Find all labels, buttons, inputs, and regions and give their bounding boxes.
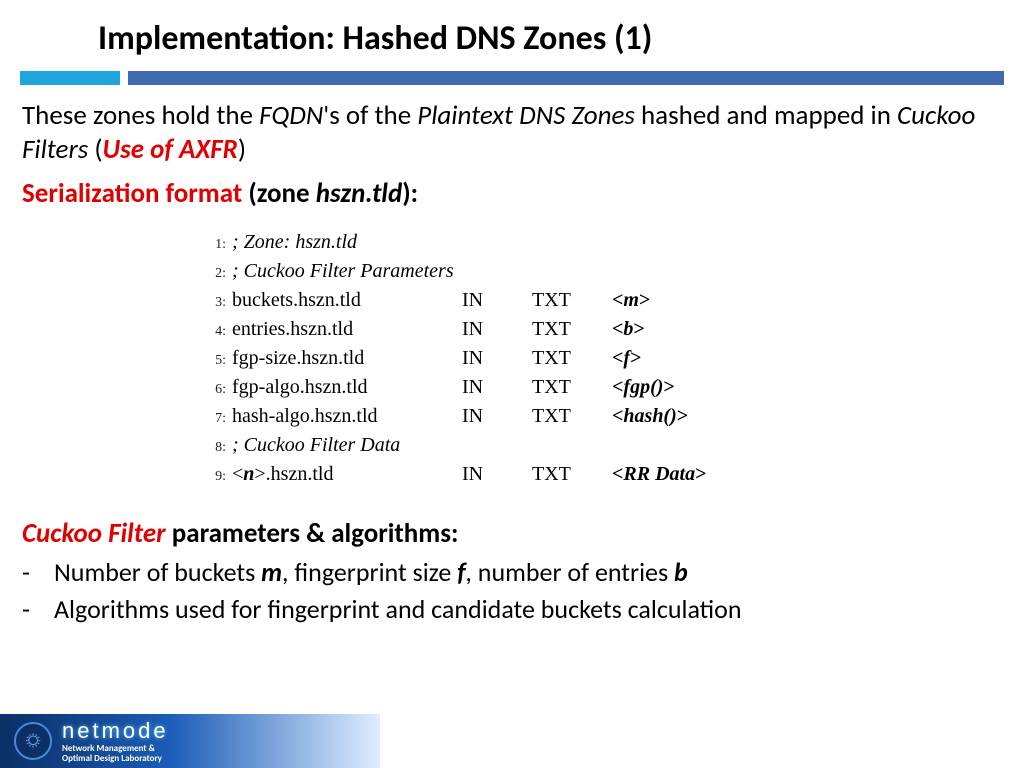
footer-brand-bar: ☼ netmode Network Management & Optimal D… [0,714,380,768]
record-name: <n>.hszn.tld [232,460,462,489]
record-value: <fgp()> [612,373,675,402]
record-name: hash-algo.hszn.tld [232,402,462,431]
record-value: <RR Data> [612,460,707,489]
record-class: IN [462,344,532,373]
line-number: 2 [200,264,226,284]
zone-record-row: 2 ; Cuckoo Filter Parameters [200,257,1024,286]
record-name: ; Cuckoo Filter Parameters [232,257,462,286]
record-type: TXT [532,373,612,402]
record-name: buckets.hszn.tld [232,286,462,315]
zone-records-table: 1 ; Zone: hszn.tld 2 ; Cuckoo Filter Parame… [200,228,1024,489]
zone-record-row: 8 ; Cuckoo Filter Data [200,431,1024,460]
zone-record-row: 6 fgp-algo.hszn.tldINTXT<fgp()> [200,373,1024,402]
record-type: TXT [532,344,612,373]
intro-paragraph: These zones hold the FQDN's of the Plain… [0,99,1024,171]
line-number: 3 [200,293,226,313]
footer-brand: netmode Network Management & Optimal Des… [62,718,169,764]
line-number: 8 [200,438,226,458]
record-value: <hash()> [612,402,688,431]
record-name: fgp-algo.hszn.tld [232,373,462,402]
record-name: fgp-size.hszn.tld [232,344,462,373]
params-heading: Cuckoo Filter parameters & algorithms: [0,507,1024,554]
bullet-dash: - [22,554,54,592]
record-value: <f> [612,344,641,373]
bullet-row: -Algorithms used for fingerprint and can… [22,591,994,629]
bullet-text: Algorithms used for fingerprint and cand… [54,591,994,629]
bullet-text: Number of buckets m, fingerprint size f,… [54,554,994,592]
line-number: 5 [200,351,226,371]
footer-seal-icon: ☼ [14,722,52,760]
record-class: IN [462,460,532,489]
zone-record-row: 4 entries.hszn.tldINTXT<b> [200,315,1024,344]
zone-record-row: 9 <n>.hszn.tldINTXT<RR Data> [200,460,1024,489]
line-number: 9 [200,467,226,487]
line-number: 6 [200,380,226,400]
record-class: IN [462,315,532,344]
accent-bar-dark [128,71,1004,85]
line-number: 7 [200,409,226,429]
footer-subtitle-2: Optimal Design Laboratory [62,754,169,764]
bullet-row: -Number of buckets m, fingerprint size f… [22,554,994,592]
record-name: ; Zone: hszn.tld [232,228,462,257]
record-type: TXT [532,460,612,489]
record-value: <b> [612,315,645,344]
record-type: TXT [532,315,612,344]
zone-record-row: 7 hash-algo.hszn.tldINTXT<hash()> [200,402,1024,431]
line-number: 1 [200,235,226,255]
record-type: TXT [532,286,612,315]
zone-record-row: 5 fgp-size.hszn.tldINTXT<f> [200,344,1024,373]
record-type: TXT [532,402,612,431]
record-class: IN [462,402,532,431]
record-class: IN [462,373,532,402]
bullet-dash: - [22,591,54,629]
record-name: entries.hszn.tld [232,315,462,344]
record-value: <m> [612,286,650,315]
zone-record-row: 3 buckets.hszn.tldINTXT<m> [200,286,1024,315]
title-accent-bar [20,71,1004,85]
footer-logo-text: netmode [62,718,169,744]
serialization-subhead: Serialization format (zone hszn.tld): [0,171,1024,210]
slide-title: Implementation: Hashed DNS Zones (1) [0,0,1024,71]
record-name: ; Cuckoo Filter Data [232,431,462,460]
params-bullets: -Number of buckets m, fingerprint size f… [0,554,1024,629]
zone-record-row: 1 ; Zone: hszn.tld [200,228,1024,257]
record-class: IN [462,286,532,315]
accent-bar-light [20,71,120,85]
line-number: 4 [200,322,226,342]
